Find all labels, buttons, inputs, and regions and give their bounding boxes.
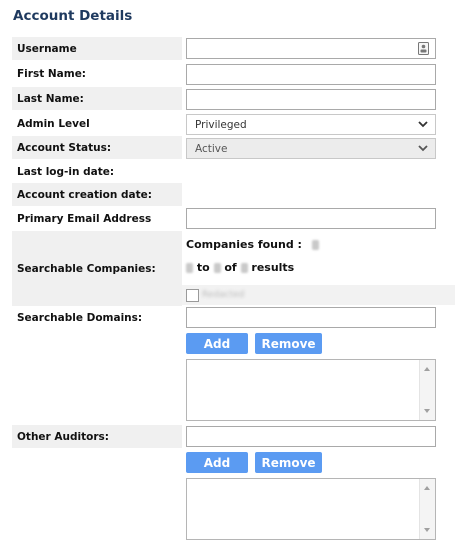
primary-email-field[interactable] (186, 208, 436, 229)
domains-listbox[interactable] (186, 359, 436, 421)
auditors-listbox[interactable] (186, 478, 436, 540)
searchable-companies-label: Searchable Companies: (12, 231, 182, 306)
chevron-down-icon (418, 145, 428, 152)
results-word: results (251, 261, 295, 274)
first-name-label: First Name: (17, 67, 87, 80)
scroll-up-arrow-icon[interactable] (424, 486, 430, 490)
admin-level-select[interactable]: Privileged (186, 114, 436, 135)
other-auditors-label: Other Auditors: (12, 425, 182, 448)
remove-auditor-button[interactable]: Remove (255, 452, 322, 473)
last-login-label: Last log-in date: (17, 165, 115, 178)
username-field[interactable] (186, 38, 436, 59)
results-total (240, 263, 248, 273)
company-checkbox-row: Redacted (182, 285, 455, 305)
company-checkbox-label: Redacted (202, 290, 245, 300)
companies-found-count (311, 240, 319, 250)
last-name-field[interactable] (186, 89, 436, 110)
account-status-value: Active (195, 142, 228, 155)
remove-domain-button[interactable]: Remove (255, 333, 322, 354)
admin-level-label: Admin Level (17, 117, 90, 130)
domains-scrollbar[interactable] (419, 360, 435, 420)
searchable-domains-field[interactable] (186, 307, 436, 328)
company-checkbox[interactable] (186, 289, 199, 302)
searchable-domains-label: Searchable Domains: (17, 311, 143, 324)
scroll-up-arrow-icon[interactable] (424, 367, 430, 371)
results-end (213, 263, 221, 273)
scroll-down-arrow-icon[interactable] (424, 409, 430, 413)
auditors-scrollbar[interactable] (419, 479, 435, 539)
add-domain-button[interactable]: Add (186, 333, 248, 354)
account-status-select[interactable]: Active (186, 138, 436, 159)
companies-found-line: Companies found : (186, 238, 319, 251)
username-label: Username (12, 37, 182, 60)
add-auditor-button[interactable]: Add (186, 452, 248, 473)
companies-found-label: Companies found : (186, 238, 302, 251)
companies-panel: Companies found : to of results Redacted (182, 231, 455, 306)
chevron-down-icon (418, 121, 428, 128)
page-title: Account Details (13, 8, 133, 24)
last-name-label: Last Name: (12, 87, 182, 110)
creation-date-label: Account creation date: (12, 183, 182, 206)
first-name-field[interactable] (186, 64, 436, 85)
results-to-word: to (196, 261, 210, 274)
other-auditors-field[interactable] (186, 426, 436, 447)
contact-card-icon[interactable] (418, 42, 429, 55)
results-of-word: of (224, 261, 237, 274)
admin-level-value: Privileged (195, 118, 247, 131)
primary-email-label: Primary Email Address (17, 212, 152, 225)
results-start (186, 263, 193, 273)
scroll-down-arrow-icon[interactable] (424, 528, 430, 532)
account-status-label: Account Status: (12, 136, 182, 159)
results-range-line: to of results (186, 261, 294, 274)
